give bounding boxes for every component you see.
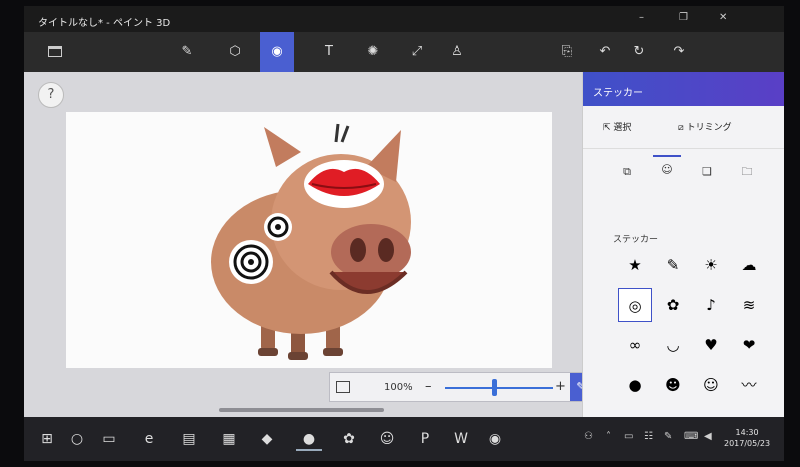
select-label: 選択 bbox=[613, 123, 632, 133]
sticker-item[interactable]: ◡ bbox=[656, 328, 690, 362]
pen-tray-icon[interactable]: ✎ bbox=[664, 431, 672, 442]
sticker-icon[interactable]: ◉ bbox=[260, 32, 294, 72]
zoom-out-button[interactable]: – bbox=[425, 379, 432, 394]
zoom-slider-track[interactable] bbox=[445, 387, 553, 389]
workspace: ? 100% – + ✎ bbox=[24, 72, 609, 417]
sticker-item[interactable]: ◎ bbox=[618, 288, 652, 322]
chevron-up-icon[interactable]: ˄ bbox=[606, 431, 611, 442]
crop-button[interactable]: ⧄ トリミング bbox=[678, 120, 732, 133]
sticker-item[interactable]: ☺ bbox=[694, 368, 728, 402]
tab-textures-icon[interactable]: ❏ bbox=[693, 159, 721, 185]
sticker-item[interactable]: ☻ bbox=[656, 368, 690, 402]
minimize-button[interactable]: – bbox=[639, 12, 644, 23]
cortana-icon[interactable]: ○ bbox=[64, 427, 90, 451]
pig-model[interactable] bbox=[166, 112, 466, 368]
menu-folder-icon[interactable] bbox=[48, 46, 62, 57]
sticker-item[interactable]: ∞ bbox=[618, 328, 652, 362]
sticker-item[interactable]: ● bbox=[618, 368, 652, 402]
zoom-in-button[interactable]: + bbox=[555, 379, 566, 394]
sticker-item[interactable]: ≋ bbox=[732, 288, 766, 322]
sticker-item[interactable]: ✎ bbox=[656, 248, 690, 282]
close-button[interactable]: ✕ bbox=[719, 12, 727, 23]
fit-to-screen-icon[interactable] bbox=[336, 381, 350, 393]
volume-icon[interactable]: ◀ bbox=[704, 431, 712, 442]
edge-icon[interactable]: e bbox=[136, 427, 162, 451]
zoom-slider-thumb[interactable] bbox=[491, 379, 497, 396]
panel-actions: ⇱ 選択 ⧄ トリミング bbox=[583, 106, 784, 146]
people-tray-icon[interactable]: ⚇ bbox=[584, 431, 593, 442]
keyboard-icon[interactable]: ⌨ bbox=[684, 431, 698, 442]
app-screen: タイトルなし* - ペイント 3D – ❐ ✕ ✎ ⬡ ◉ T ✺ ⤢ ♙ ⎘ … bbox=[24, 6, 784, 461]
tab-stickers-icon[interactable]: ☺ bbox=[653, 155, 681, 181]
zoom-value: 100% bbox=[384, 382, 413, 393]
sticker-item[interactable]: ☀ bbox=[694, 248, 728, 282]
start-icon[interactable]: ⊞ bbox=[34, 427, 60, 451]
sticker-item[interactable]: ✿ bbox=[656, 288, 690, 322]
sticker-tabs: ⧉ ☺ ❏ 🗀 bbox=[583, 148, 784, 192]
clock[interactable]: 14:30 2017/05/23 bbox=[724, 427, 770, 449]
horizontal-scrollbar[interactable] bbox=[219, 408, 384, 412]
help-button[interactable]: ? bbox=[38, 82, 64, 108]
paste-icon[interactable]: ⎘ bbox=[552, 38, 582, 66]
drawing-canvas[interactable] bbox=[66, 112, 552, 368]
brush-icon[interactable]: ✎ bbox=[172, 38, 202, 66]
title-bar: タイトルなし* - ペイント 3D – ❐ ✕ bbox=[24, 6, 784, 32]
crop-label: トリミング bbox=[686, 123, 732, 133]
history-icon[interactable]: ↻ bbox=[624, 38, 654, 66]
maximize-button[interactable]: ❐ bbox=[679, 12, 688, 23]
undo-icon[interactable]: ↶ bbox=[590, 38, 620, 66]
tab-folder-icon[interactable]: 🗀 bbox=[733, 159, 761, 185]
main-toolbar: ✎ ⬡ ◉ T ✺ ⤢ ♙ ⎘ ↶ ↻ ↷ bbox=[24, 32, 784, 72]
taskbar: ⊞ ○ ▭ e ▤ ▦ ◆ ● ✿ ☺ P W ◉ ⚇ ˄ ▭ ☷ ✎ ⌨ ◀ … bbox=[24, 417, 784, 461]
tab-shapes-icon[interactable]: ⧉ bbox=[613, 159, 641, 185]
sticker-item[interactable]: ❤ bbox=[732, 328, 766, 362]
task-view-icon[interactable]: ▭ bbox=[96, 427, 122, 451]
redo-icon[interactable]: ↷ bbox=[664, 38, 694, 66]
clock-date: 2017/05/23 bbox=[724, 439, 771, 448]
store-icon[interactable]: ▦ bbox=[216, 427, 242, 451]
sticker-item[interactable]: 〰 bbox=[732, 368, 766, 402]
visual-studio-icon[interactable]: ◆ bbox=[254, 427, 280, 451]
sticker-item[interactable]: ♪ bbox=[694, 288, 728, 322]
sticker-item[interactable]: ☁ bbox=[732, 248, 766, 282]
ubuntu-icon[interactable]: ◉ bbox=[482, 427, 508, 451]
battery-icon[interactable]: ▭ bbox=[624, 431, 633, 442]
network-icon[interactable]: ☷ bbox=[644, 431, 653, 442]
effects-icon[interactable]: ✺ bbox=[358, 38, 388, 66]
people-app-icon[interactable]: ☺ bbox=[374, 427, 400, 451]
sticker-item[interactable]: ♥ bbox=[694, 328, 728, 362]
cube-icon[interactable]: ⬡ bbox=[220, 38, 250, 66]
window-title: タイトルなし* - ペイント 3D bbox=[38, 18, 171, 29]
paint3d-icon[interactable]: ● bbox=[296, 427, 322, 451]
text-icon[interactable]: T bbox=[314, 38, 344, 66]
zoom-bar: 100% – + ✎ ◉ bbox=[329, 372, 609, 402]
paint-icon[interactable]: ✿ bbox=[336, 427, 362, 451]
sticker-panel: ステッカー ⇱ 選択 ⧄ トリミング ⧉ ☺ ❏ 🗀 ステッカー ★ ✎ ☀ ☁ ◎ ✿ ♪… bbox=[582, 72, 784, 417]
word-icon[interactable]: W bbox=[448, 427, 474, 451]
clock-time: 14:30 bbox=[735, 428, 759, 437]
canvas-resize-icon[interactable]: ⤢ bbox=[402, 38, 432, 66]
explorer-icon[interactable]: ▤ bbox=[176, 427, 202, 451]
remix3d-icon[interactable]: ♙ bbox=[442, 38, 472, 66]
select-button[interactable]: ⇱ 選択 bbox=[603, 120, 631, 133]
sticker-item[interactable]: ★ bbox=[618, 248, 652, 282]
powerpoint-icon[interactable]: P bbox=[412, 427, 438, 451]
panel-title: ステッカー bbox=[583, 72, 784, 106]
section-label: ステッカー bbox=[613, 235, 659, 245]
